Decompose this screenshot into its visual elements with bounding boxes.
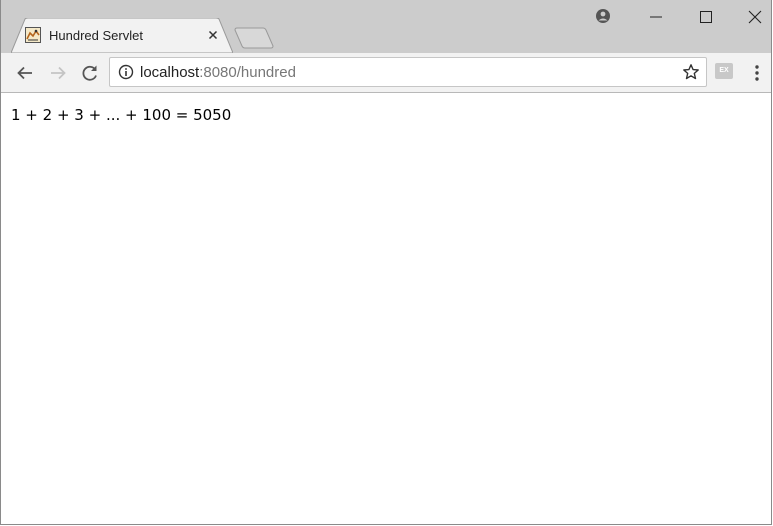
menu-kebab-icon[interactable]: [749, 62, 765, 84]
tomcat-favicon-icon: [25, 27, 41, 43]
url-host: localhost: [140, 64, 200, 81]
tab-hundred-servlet[interactable]: Hundred Servlet: [11, 18, 233, 53]
page-content: 1 + 2 + 3 + ... + 100 = 5050: [1, 93, 771, 137]
close-window-icon[interactable]: [744, 6, 766, 28]
browser-window: Hundred Servlet localhost:8080/hundred E…: [0, 0, 772, 525]
sum-result-text: 1 + 2 + 3 + ... + 100 = 5050: [11, 106, 232, 124]
browser-toolbar: localhost:8080/hundred EX: [1, 53, 771, 93]
forward-arrow-icon[interactable]: [47, 62, 69, 84]
address-bar[interactable]: localhost:8080/hundred: [109, 57, 707, 87]
profile-icon[interactable]: [592, 6, 614, 28]
extension-icon[interactable]: EX: [715, 63, 733, 79]
url-text[interactable]: localhost:8080/hundred: [140, 64, 296, 81]
minimize-icon[interactable]: [645, 6, 667, 28]
maximize-icon[interactable]: [695, 6, 717, 28]
bookmark-star-icon[interactable]: [682, 63, 700, 81]
back-arrow-icon[interactable]: [14, 62, 36, 84]
tab-strip: Hundred Servlet: [1, 0, 771, 53]
tab-title: Hundred Servlet: [49, 28, 143, 43]
info-icon[interactable]: [118, 64, 134, 80]
new-tab-button[interactable]: [233, 27, 277, 49]
reload-icon[interactable]: [79, 62, 101, 84]
url-path: :8080/hundred: [199, 64, 296, 81]
tab-close-icon[interactable]: [206, 28, 220, 42]
